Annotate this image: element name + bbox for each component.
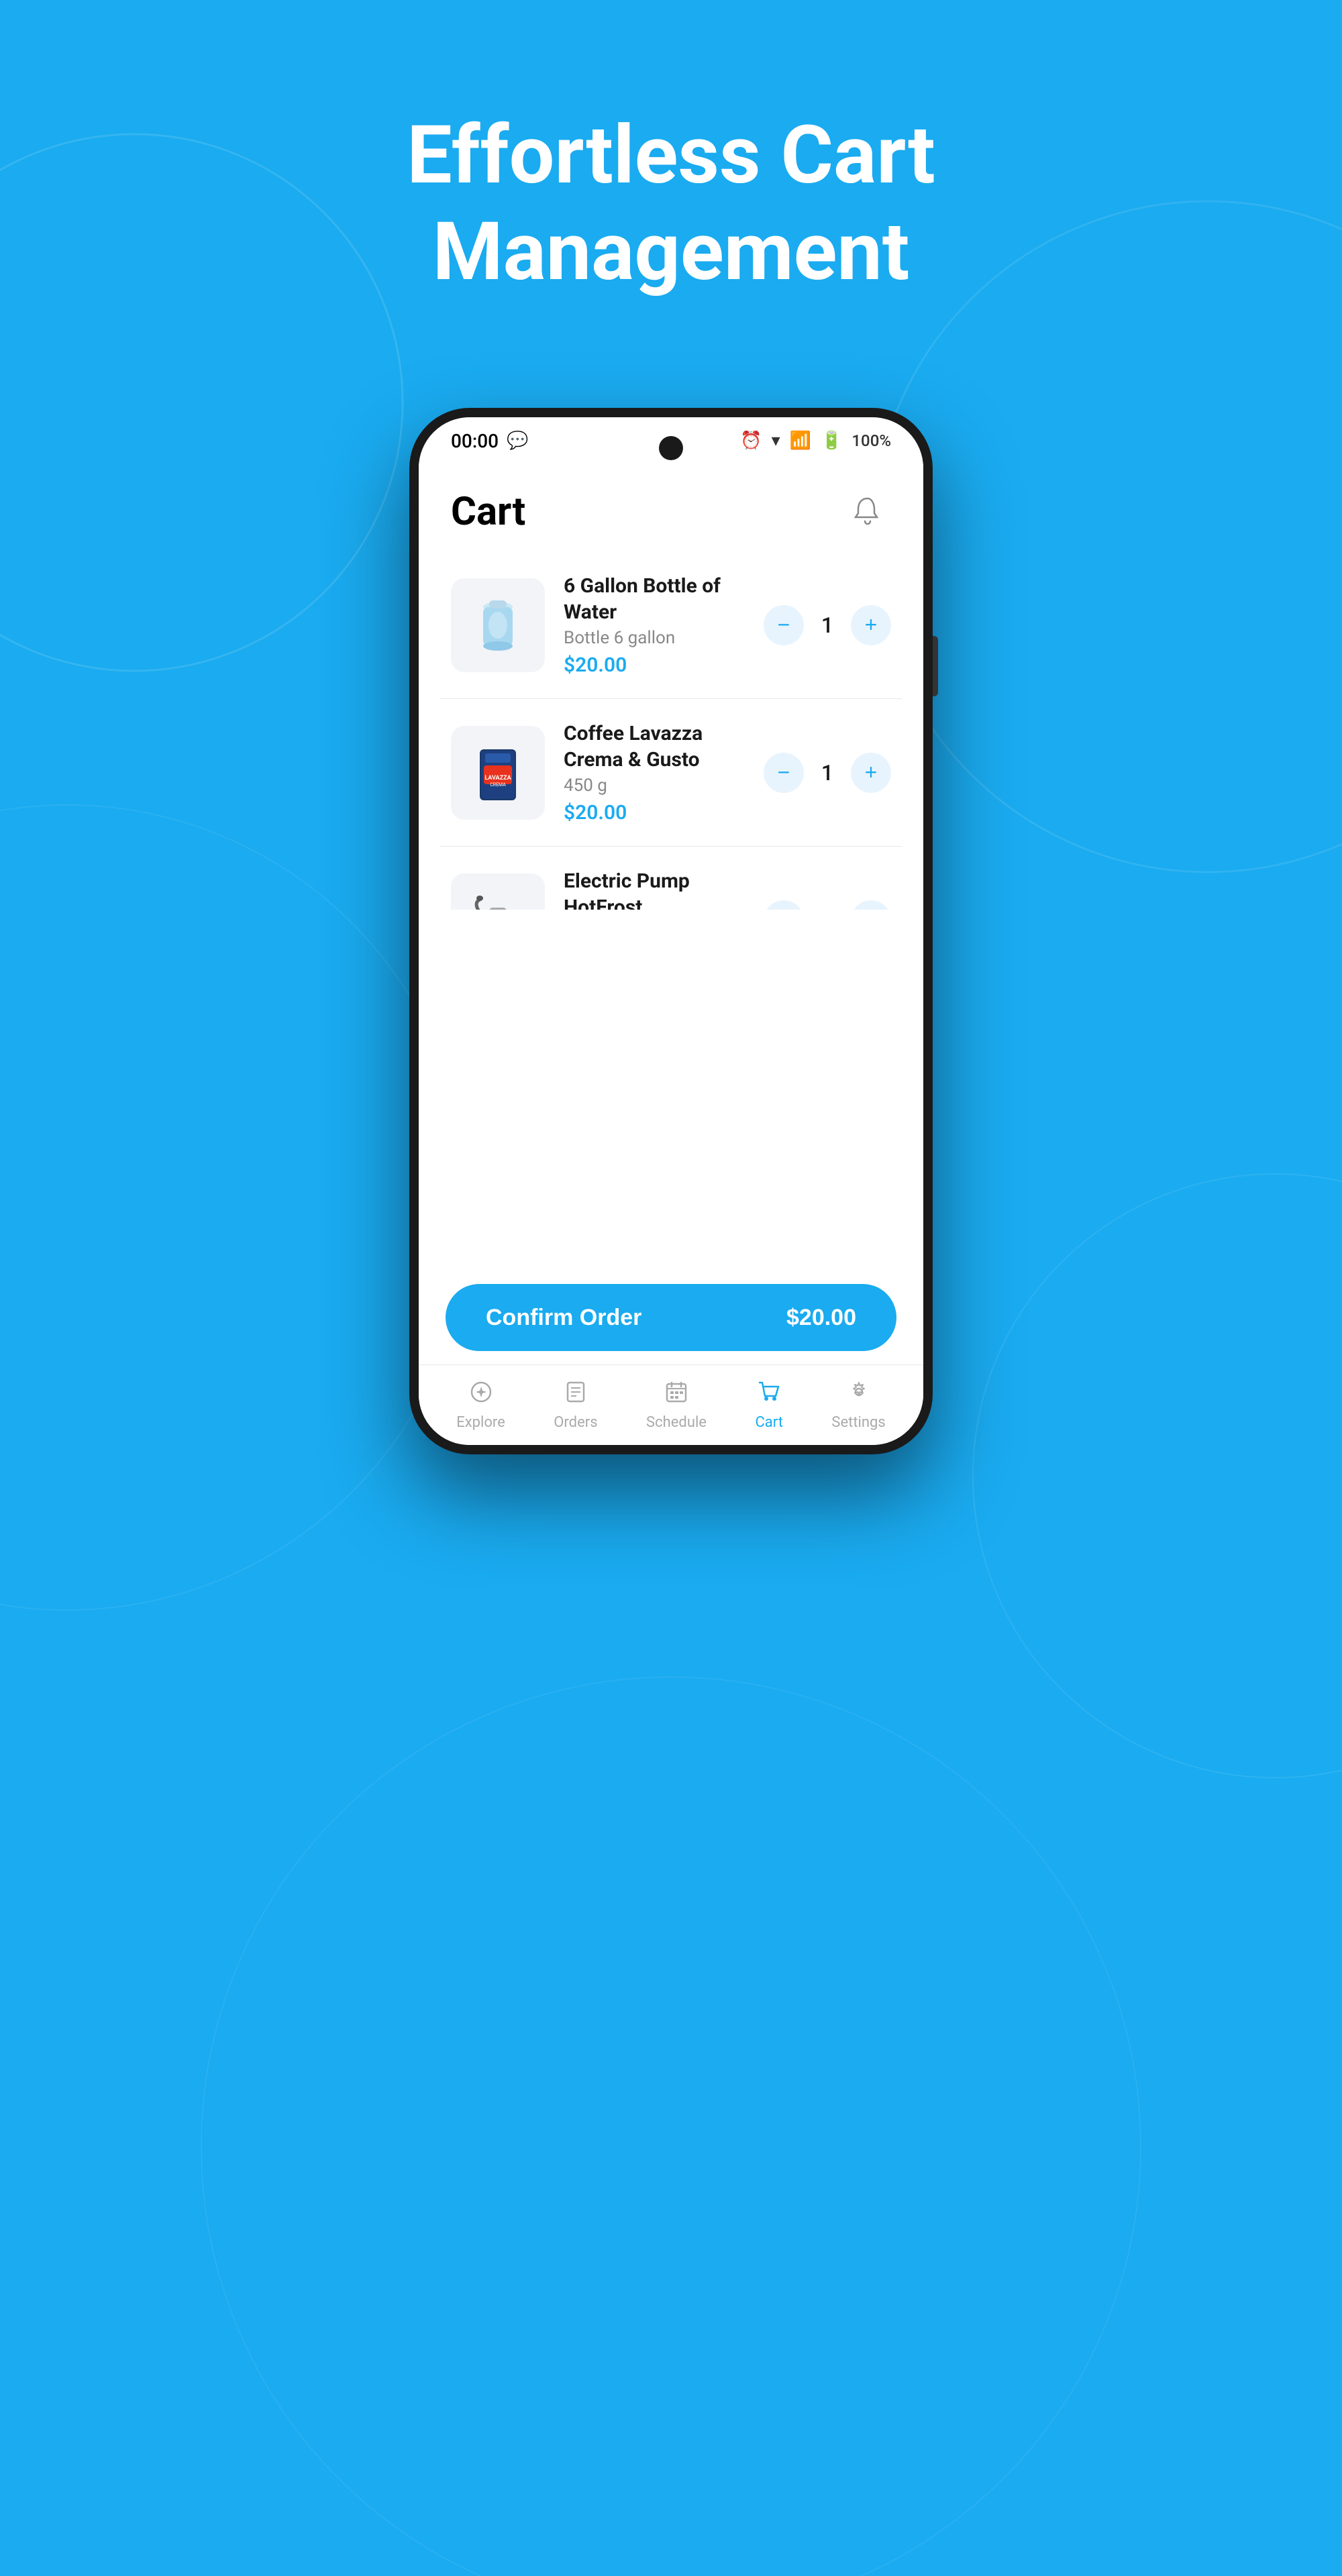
nav-item-settings[interactable]: Settings [831, 1380, 885, 1431]
phone-mockup: 00:00 💬 ⏰ ▾ 📶 🔋 100% Cart [409, 408, 933, 1454]
quantity-control-2: − 1 + [764, 753, 891, 793]
phone-frame: 00:00 💬 ⏰ ▾ 📶 🔋 100% Cart [409, 408, 933, 1454]
whatsapp-icon: 💬 [507, 431, 528, 451]
increase-btn-2[interactable]: + [851, 753, 891, 793]
cart-item: 6 Gallon Bottle of Water Bottle 6 gallon… [440, 551, 902, 699]
camera-notch [659, 436, 683, 460]
item-details-water: 6 Gallon Bottle of Water Bottle 6 gallon… [564, 573, 745, 677]
qty-value-1: 1 [817, 612, 837, 638]
battery-percent: 100% [851, 431, 891, 450]
status-time: 00:00 [451, 430, 499, 452]
decrease-btn-2[interactable]: − [764, 753, 804, 793]
wifi-icon: ▾ [772, 431, 780, 451]
schedule-label: Schedule [646, 1414, 707, 1431]
item-name: Electric Pump HotFrost [564, 868, 745, 910]
increase-btn-3[interactable]: + [851, 900, 891, 910]
cart-item: Electric Pump HotFrost Water Pump $20.00… [440, 847, 902, 910]
status-icons: ⏰ ▾ 📶 🔋 100% [740, 431, 891, 451]
side-button [933, 636, 938, 696]
hero-title: Effortless Cart Management [407, 107, 935, 301]
item-image-pump [451, 873, 545, 910]
item-price: $20.00 [564, 801, 745, 824]
schedule-icon [664, 1380, 688, 1410]
increase-btn-1[interactable]: + [851, 605, 891, 645]
cart-list: 6 Gallon Bottle of Water Bottle 6 gallon… [419, 551, 923, 910]
bottom-nav: Explore Orders [419, 1364, 923, 1445]
nav-item-orders[interactable]: Orders [554, 1380, 597, 1431]
item-desc: Bottle 6 gallon [564, 628, 745, 648]
alarm-icon: ⏰ [740, 431, 762, 451]
qty-value-2: 1 [817, 760, 837, 786]
settings-label: Settings [831, 1414, 885, 1431]
item-price: $20.00 [564, 653, 745, 677]
nav-item-schedule[interactable]: Schedule [646, 1380, 707, 1431]
item-image-water [451, 578, 545, 672]
svg-text:LAVAZZA: LAVAZZA [484, 775, 511, 782]
app-content: Cart [419, 464, 923, 1445]
item-name: Coffee Lavazza Crema & Gusto [564, 720, 745, 773]
nav-item-cart[interactable]: Cart [755, 1380, 782, 1431]
status-time-group: 00:00 💬 [451, 430, 528, 452]
confirm-total: $20.00 [786, 1305, 856, 1331]
item-image-coffee: LAVAZZA CREMA [451, 726, 545, 820]
empty-area [419, 910, 923, 1268]
decrease-btn-1[interactable]: − [764, 605, 804, 645]
confirm-order-button[interactable]: Confirm Order $20.00 [446, 1284, 896, 1351]
item-details-coffee: Coffee Lavazza Crema & Gusto 450 g $20.0… [564, 720, 745, 824]
app-header: Cart [419, 464, 923, 551]
cart-icon [757, 1380, 781, 1410]
bell-button[interactable] [844, 488, 891, 535]
cart-nav-label: Cart [755, 1414, 782, 1431]
battery-icon: 🔋 [821, 431, 842, 451]
item-name: 6 Gallon Bottle of Water [564, 573, 745, 625]
nav-item-explore[interactable]: Explore [456, 1380, 505, 1431]
phone-screen: 00:00 💬 ⏰ ▾ 📶 🔋 100% Cart [419, 417, 923, 1445]
item-desc: 450 g [564, 775, 745, 796]
orders-label: Orders [554, 1414, 597, 1431]
quantity-control-1: − 1 + [764, 605, 891, 645]
explore-icon [469, 1380, 493, 1410]
signal-icon: 📶 [790, 431, 811, 451]
item-details-pump: Electric Pump HotFrost Water Pump $20.00 [564, 868, 745, 910]
decrease-btn-3[interactable]: − [764, 900, 804, 910]
quantity-control-3: − 1 + [764, 900, 891, 910]
cart-title: Cart [451, 489, 525, 535]
confirm-label: Confirm Order [486, 1305, 641, 1331]
settings-icon [847, 1380, 871, 1410]
explore-label: Explore [456, 1414, 505, 1431]
svg-text:CREMA: CREMA [490, 782, 506, 788]
confirm-bar: Confirm Order $20.00 [419, 1268, 923, 1364]
orders-icon [564, 1380, 588, 1410]
cart-item: LAVAZZA CREMA Coffee Lavazza Crema & Gus… [440, 699, 902, 847]
